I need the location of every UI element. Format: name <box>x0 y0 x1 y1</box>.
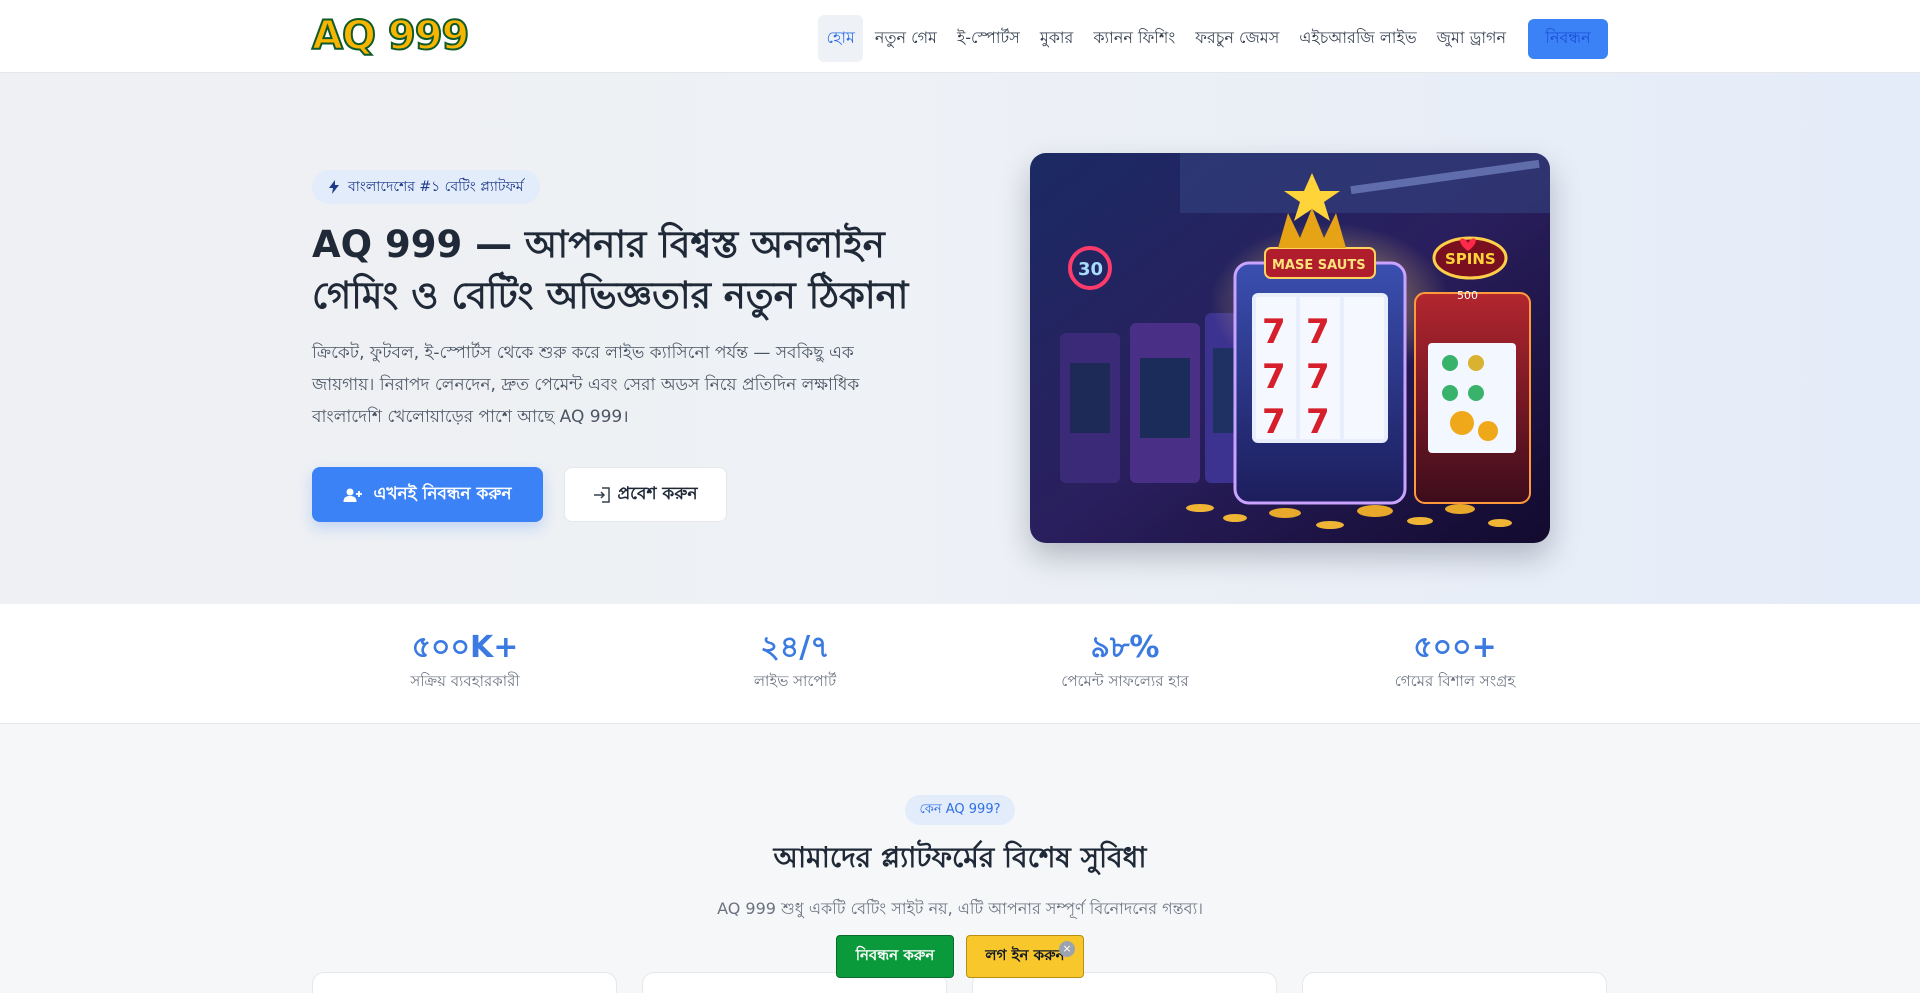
feature-card <box>1302 972 1607 993</box>
stats-bar: ৫০০K+ সক্রিয় ব্যবহারকারী ২৪/৭ লাইভ সাপো… <box>0 604 1920 724</box>
stat-active-users: ৫০০K+ সক্রিয় ব্যবহারকারী <box>300 628 630 695</box>
slot-machine-image: 30 7 7 7 7 7 7 MASE SAUTS SPINS 500 <box>1030 153 1550 543</box>
hero-title: AQ 999 — আপনার বিশ্বস্ত অনলাইন গেমিং ও ব… <box>312 223 909 317</box>
features-section: কেন AQ 999? আমাদের প্ল্যাটফর্মের বিশেষ স… <box>0 724 1920 993</box>
nav-item-new-games[interactable]: নতুন গেম <box>867 15 945 62</box>
svg-text:7: 7 <box>1262 357 1286 397</box>
site-logo[interactable]: AQ 999 <box>311 12 470 60</box>
nav-item-esports[interactable]: ই-স্পোর্টস <box>949 15 1028 62</box>
logo-text: AQ 999 <box>311 12 470 60</box>
nav-item-zuma-dragon[interactable]: জুমা ড্রাগন <box>1429 15 1514 62</box>
hero-badge-label: বাংলাদেশের #১ বেটিং প্ল্যাটফর্ম <box>348 179 524 195</box>
feature-card <box>312 972 617 993</box>
hero-description: ক্রিকেট, ফুটবল, ই-স্পোর্টস থেকে শুরু করে… <box>312 343 860 427</box>
svg-text:7: 7 <box>1306 357 1330 397</box>
user-plus-icon <box>343 488 363 502</box>
site-header: AQ 999 হোম নতুন গেম ই-স্পোর্টস মুকার ক্য… <box>0 0 1920 73</box>
close-icon[interactable]: × <box>1059 941 1075 957</box>
nav-item-fortune-gems[interactable]: ফরচুন জেমস <box>1187 15 1287 62</box>
stat-value: ৯৮% <box>1090 630 1160 665</box>
nav-item-mukar[interactable]: মুকার <box>1032 15 1082 62</box>
hero-register-label: এখনই নিবন্ধন করুন <box>373 483 512 504</box>
stat-label: সক্রিয় ব্যবহারকারী <box>410 672 520 690</box>
svg-text:7: 7 <box>1262 402 1286 442</box>
features-badge: কেন AQ 999? <box>905 795 1015 825</box>
features-title: আমাদের প্ল্যাটফর্মের বিশেষ সুবিধা <box>773 841 1147 874</box>
stat-live-support: ২৪/৭ লাইভ সাপোর্ট <box>630 628 960 695</box>
nav-item-cannon-fishing[interactable]: ক্যানন ফিশিং <box>1085 15 1183 62</box>
slot-number-text: 500 <box>1457 289 1478 302</box>
sign-right-text: SPINS <box>1445 250 1496 268</box>
stat-payment-success: ৯৮% পেমেন্ট সাফল্যের হার <box>960 628 1290 695</box>
svg-text:30: 30 <box>1078 259 1103 280</box>
lightning-icon <box>329 180 339 194</box>
stat-value: ২৪/৭ <box>760 630 830 665</box>
hero-login-label: প্রবেশ করুন <box>617 483 698 504</box>
svg-text:7: 7 <box>1306 402 1330 442</box>
stat-label: পেমেন্ট সাফল্যের হার <box>1061 672 1189 690</box>
stat-game-collection: ৫০০+ গেমের বিশাল সংগ্রহ <box>1290 628 1620 695</box>
svg-text:7: 7 <box>1262 312 1286 352</box>
hero-section: বাংলাদেশের #১ বেটিং প্ল্যাটফর্ম AQ 999 —… <box>0 73 1920 604</box>
nav-item-home[interactable]: হোম <box>818 15 863 62</box>
stat-label: লাইভ সাপোর্ট <box>753 672 837 690</box>
stat-label: গেমের বিশাল সংগ্রহ <box>1394 672 1516 690</box>
login-icon <box>594 486 611 503</box>
hero-badge: বাংলাদেশের #১ বেটিং প্ল্যাটফর্ম <box>312 170 540 204</box>
stat-value: ৫০০+ <box>1413 630 1497 665</box>
hero-register-button[interactable]: এখনই নিবন্ধন করুন <box>312 467 543 522</box>
main-nav: হোম নতুন গেম ই-স্পোর্টস মুকার ক্যানন ফিশ… <box>818 15 1608 62</box>
floating-register-button[interactable]: নিবন্ধন করুন <box>836 935 954 978</box>
sign-left-text: MASE SAUTS <box>1272 258 1366 273</box>
nav-item-hrg-live[interactable]: এইচআরজি লাইভ <box>1291 15 1424 62</box>
hero-login-button[interactable]: প্রবেশ করুন <box>564 467 727 522</box>
stat-value: ৫০০K+ <box>411 630 519 665</box>
header-register-button[interactable]: নিবন্ধন <box>1528 18 1608 59</box>
features-subtitle: AQ 999 শুধু একটি বেটিং সাইট নয়, এটি আপন… <box>717 899 1203 918</box>
svg-text:7: 7 <box>1306 312 1330 352</box>
